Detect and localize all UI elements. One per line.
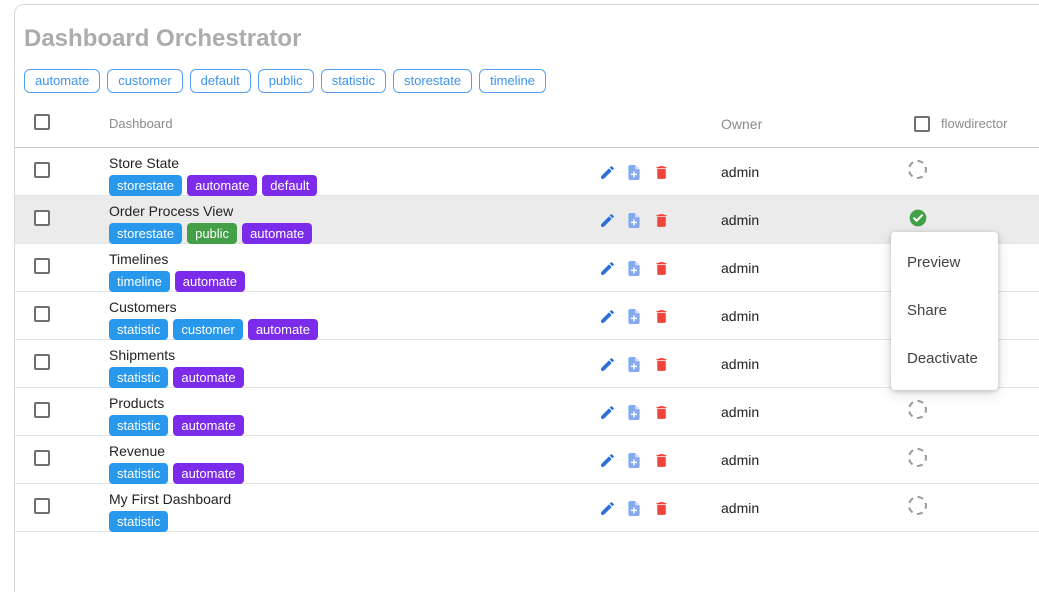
column-header-dashboard: Dashboard — [109, 116, 584, 131]
owner-cell: admin — [707, 164, 901, 180]
delete-icon[interactable] — [652, 402, 670, 422]
inactive-status-icon[interactable] — [908, 448, 927, 467]
tag: automate — [187, 175, 257, 196]
delete-icon[interactable] — [652, 306, 670, 326]
owner-cell: admin — [707, 308, 901, 324]
dashboard-name: Revenue — [109, 442, 584, 460]
row-checkbox[interactable] — [34, 402, 50, 418]
tag: public — [187, 223, 237, 244]
owner-cell: admin — [707, 500, 901, 516]
row-checkbox[interactable] — [34, 162, 50, 178]
menu-item-deactivate[interactable]: Deactivate — [891, 335, 998, 383]
owner-cell: admin — [707, 260, 901, 276]
context-menu: Preview Share Deactivate — [891, 232, 998, 390]
tag: timeline — [109, 271, 170, 292]
row-checkbox[interactable] — [34, 258, 50, 274]
table-row: Shipments statistic automate admin — [15, 340, 1039, 388]
delete-icon[interactable] — [652, 258, 670, 278]
tag: automate — [242, 223, 312, 244]
dashboard-orchestrator-card: Dashboard Orchestrator automate customer… — [14, 4, 1039, 592]
tag: automate — [175, 271, 245, 292]
dashboard-name: Products — [109, 394, 584, 412]
owner-cell: admin — [707, 212, 901, 228]
filter-tag-customer[interactable]: customer — [107, 69, 182, 93]
tag: customer — [173, 319, 242, 340]
edit-icon[interactable] — [598, 258, 616, 278]
delete-icon[interactable] — [652, 354, 670, 374]
select-all-checkbox[interactable] — [34, 114, 50, 130]
active-status-icon[interactable] — [908, 208, 928, 228]
row-checkbox[interactable] — [34, 306, 50, 322]
column-header-flowdirector: flowdirector — [941, 116, 1007, 131]
edit-icon[interactable] — [598, 498, 616, 518]
table-row: Revenue statistic automate admin — [15, 436, 1039, 484]
tag: statistic — [109, 367, 168, 388]
flowdirector-all-checkbox[interactable] — [914, 116, 930, 132]
tag: automate — [173, 463, 243, 484]
tag: automate — [173, 415, 243, 436]
edit-icon[interactable] — [598, 306, 616, 326]
filter-tag-public[interactable]: public — [258, 69, 314, 93]
tag: statistic — [109, 463, 168, 484]
owner-cell: admin — [707, 356, 901, 372]
row-checkbox[interactable] — [34, 354, 50, 370]
page-title: Dashboard Orchestrator — [24, 25, 1039, 53]
tag: storestate — [109, 223, 182, 244]
menu-item-share[interactable]: Share — [891, 287, 998, 335]
menu-item-preview[interactable]: Preview — [891, 239, 998, 287]
duplicate-icon[interactable] — [625, 498, 643, 518]
owner-cell: admin — [707, 404, 901, 420]
dashboard-name: Shipments — [109, 346, 584, 364]
tag: statistic — [109, 415, 168, 436]
filter-tag-timeline[interactable]: timeline — [479, 69, 546, 93]
dashboard-name: Customers — [109, 298, 584, 316]
row-checkbox[interactable] — [34, 210, 50, 226]
duplicate-icon[interactable] — [625, 162, 643, 182]
edit-icon[interactable] — [598, 354, 616, 374]
owner-cell: admin — [707, 452, 901, 468]
table-header: Dashboard Owner flowdirector — [15, 100, 1039, 148]
dashboard-name: Order Process View — [109, 202, 584, 220]
duplicate-icon[interactable] — [625, 210, 643, 230]
filter-tag-storestate[interactable]: storestate — [393, 69, 472, 93]
duplicate-icon[interactable] — [625, 258, 643, 278]
tag: storestate — [109, 175, 182, 196]
edit-icon[interactable] — [598, 210, 616, 230]
tag: default — [262, 175, 317, 196]
tag: statistic — [109, 511, 168, 532]
dashboard-name: Store State — [109, 154, 584, 172]
duplicate-icon[interactable] — [625, 402, 643, 422]
inactive-status-icon[interactable] — [908, 160, 927, 179]
column-header-owner: Owner — [707, 116, 901, 132]
table-row: Customers statistic customer automate ad… — [15, 292, 1039, 340]
filter-tag-statistic[interactable]: statistic — [321, 69, 386, 93]
filter-tag-default[interactable]: default — [190, 69, 251, 93]
duplicate-icon[interactable] — [625, 450, 643, 470]
row-checkbox[interactable] — [34, 450, 50, 466]
edit-icon[interactable] — [598, 402, 616, 422]
row-checkbox[interactable] — [34, 498, 50, 514]
dashboard-name: Timelines — [109, 250, 584, 268]
table-row: My First Dashboard statistic admin — [15, 484, 1039, 532]
tag: automate — [248, 319, 318, 340]
inactive-status-icon[interactable] — [908, 496, 927, 515]
delete-icon[interactable] — [652, 450, 670, 470]
tag: statistic — [109, 319, 168, 340]
edit-icon[interactable] — [598, 162, 616, 182]
dashboard-name: My First Dashboard — [109, 490, 584, 508]
table-row: Order Process View storestate public aut… — [15, 196, 1039, 244]
duplicate-icon[interactable] — [625, 354, 643, 374]
inactive-status-icon[interactable] — [908, 400, 927, 419]
delete-icon[interactable] — [652, 162, 670, 182]
duplicate-icon[interactable] — [625, 306, 643, 326]
delete-icon[interactable] — [652, 210, 670, 230]
filter-bar: automate customer default public statist… — [24, 69, 1039, 93]
table-row: Products statistic automate admin — [15, 388, 1039, 436]
table-row: Store State storestate automate default … — [15, 148, 1039, 196]
delete-icon[interactable] — [652, 498, 670, 518]
tag: automate — [173, 367, 243, 388]
edit-icon[interactable] — [598, 450, 616, 470]
table-row: Timelines timeline automate admin — [15, 244, 1039, 292]
filter-tag-automate[interactable]: automate — [24, 69, 100, 93]
